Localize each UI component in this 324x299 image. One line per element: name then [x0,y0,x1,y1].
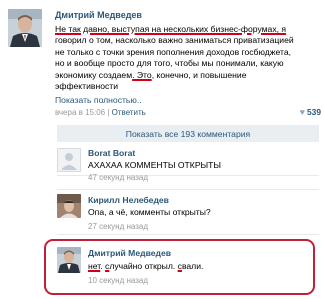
comment-avatar[interactable] [57,194,81,218]
comment-time[interactable]: 27 секунд назад [88,222,148,231]
underlined-fragment: . Это [132,69,152,80]
post-meta: вчера в 15:06 | Ответить ♥ 539 [55,107,321,117]
comment-avatar[interactable] [57,247,81,273]
comment-author[interactable]: Кирилл Нелебедев [88,195,169,205]
post-text-line-3: не только с точки зрения пополнения дохо… [55,46,291,57]
post-author-avatar[interactable] [8,9,42,47]
comment-author[interactable]: Borat Borat [88,148,135,158]
reply-link[interactable]: Ответить [112,108,146,117]
post-text-line-4: но и вообще просто для того, чтобы мы по… [55,58,284,69]
comment-author[interactable]: Дмитрий Медведев [88,248,171,258]
comment-text: нет. случайно открыл. свали. [88,261,204,271]
like-button[interactable]: ♥ 539 [300,107,321,117]
comment-text: Опа, а чё, комменты открыты? [88,207,211,217]
post-text-line-5: экономику создаем. Это, конечно, и повыш… [55,69,247,80]
post-text-line-6: эффективности [55,81,119,92]
heart-icon: ♥ [299,107,306,117]
post-text-line-1: Не так давно, выступая на нескольких биз… [55,24,287,34]
post-text: Не так давно, выступая на нескольких биз… [55,24,321,92]
show-all-comments-button[interactable]: Показать все 193 комментария [57,125,319,142]
comment-time[interactable]: 10 секунд назад [88,276,148,285]
post-text-line-2: говорил о том, насколько важно заниматьс… [55,35,294,46]
show-full-link[interactable]: Показать полностью.. [55,95,142,105]
like-count: 539 [307,107,321,117]
underlined-fragment: нет [88,261,101,271]
post-text-line: Не так давно, выступая на нескольких биз… [55,24,321,35]
post-time[interactable]: вчера в 15:06 [55,108,105,117]
divider [57,189,319,190]
comment-avatar[interactable] [57,148,81,172]
divider [57,234,319,235]
comment-text: АХАХАА КОММЕНТЫ ОТКРЫТЫ [88,160,222,170]
post-author-name[interactable]: Дмитрий Медведев [55,10,142,20]
comment-time[interactable]: 47 секунд назад [88,173,148,182]
